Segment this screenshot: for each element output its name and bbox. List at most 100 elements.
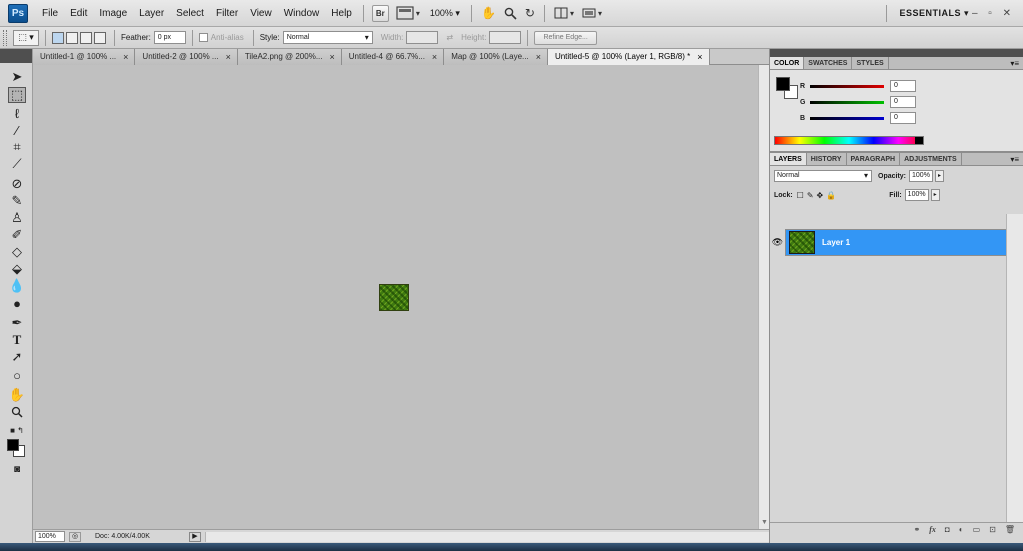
tab-styles[interactable]: STYLES: [852, 57, 889, 69]
window-controls[interactable]: – ▫ ✕: [972, 0, 1015, 27]
trash-icon[interactable]: 🗑: [1005, 525, 1015, 534]
bucket-icon[interactable]: ⬙: [8, 261, 26, 277]
new-group-icon[interactable]: ▭: [973, 525, 981, 534]
panel-menu-icon[interactable]: ▾≡: [1010, 153, 1019, 166]
style-select[interactable]: Normal: [282, 31, 373, 44]
canvas-horizontal-scrollbar[interactable]: [205, 531, 769, 542]
opacity-input[interactable]: 100%: [909, 170, 934, 182]
menu-file[interactable]: File: [36, 0, 64, 27]
arrange-documents-icon[interactable]: ▾: [554, 7, 574, 19]
swap-colors-icon[interactable]: ■ ↰: [8, 422, 26, 438]
tab-layers[interactable]: LAYERS: [770, 153, 807, 165]
history-brush-icon[interactable]: ✐: [8, 227, 26, 243]
status-zoom-input[interactable]: 100%: [35, 531, 65, 542]
blue-value-input[interactable]: 0: [890, 112, 916, 124]
tab-untitled-2[interactable]: Untitled-2 @ 100% ... ×: [135, 49, 238, 65]
spectrum-black-swatch[interactable]: [915, 137, 923, 144]
green-value-input[interactable]: 0: [890, 96, 916, 108]
menu-image[interactable]: Image: [93, 0, 133, 27]
blur-icon[interactable]: 💧: [8, 278, 26, 294]
menu-filter[interactable]: Filter: [210, 0, 244, 27]
tab-map[interactable]: Map @ 100% (Laye... ×: [444, 49, 548, 65]
zoom-tool-icon[interactable]: [504, 7, 517, 20]
dock-header[interactable]: [770, 49, 1023, 57]
antialias-checkbox[interactable]: [198, 33, 208, 42]
status-info-icon[interactable]: ◎: [69, 531, 81, 542]
move-icon[interactable]: ➤: [8, 69, 26, 85]
eraser-icon[interactable]: ◇: [8, 244, 26, 260]
green-slider[interactable]: [810, 100, 884, 104]
fill-slider-arrow-icon[interactable]: ▸: [930, 189, 940, 201]
scroll-down-icon[interactable]: ▼: [761, 519, 768, 526]
menu-help[interactable]: Help: [325, 0, 358, 27]
refine-edge-button[interactable]: Refine Edge...: [534, 30, 597, 45]
zoom-icon[interactable]: [8, 404, 26, 420]
tab-adjustments[interactable]: ADJUSTMENTS: [900, 153, 962, 165]
rotate-view-icon[interactable]: ↻: [525, 6, 535, 20]
screen-mode-icon[interactable]: ▾: [396, 6, 420, 20]
screen-mode-dropdown-icon[interactable]: ▾: [582, 7, 602, 19]
zoom-level-dropdown[interactable]: 100% ▾: [430, 8, 460, 19]
menu-window[interactable]: Window: [278, 0, 326, 27]
new-layer-icon[interactable]: ⊡: [989, 525, 996, 534]
menu-layer[interactable]: Layer: [133, 0, 170, 27]
width-input[interactable]: [406, 31, 439, 44]
shape-icon[interactable]: ○: [8, 367, 26, 383]
lasso-icon[interactable]: ℓ: [8, 105, 26, 121]
feather-input[interactable]: 0 px: [153, 31, 186, 44]
panel-menu-icon[interactable]: ▾≡: [1010, 57, 1019, 70]
tab-swatches[interactable]: SWATCHES: [804, 57, 853, 69]
close-tab-icon[interactable]: ×: [432, 49, 437, 65]
layer-style-icon[interactable]: fx: [929, 525, 936, 534]
magic-wand-icon[interactable]: ⁄: [8, 122, 26, 138]
color-foreground-swatch[interactable]: [776, 77, 790, 91]
marquee-icon[interactable]: ⬚: [8, 87, 26, 103]
close-tab-icon[interactable]: ×: [330, 49, 335, 65]
menu-view[interactable]: View: [244, 0, 278, 27]
type-icon[interactable]: T: [8, 332, 26, 348]
options-grip[interactable]: [3, 29, 7, 46]
document-canvas[interactable]: [33, 65, 758, 529]
tab-untitled-1[interactable]: Untitled-1 @ 100% ... ×: [33, 49, 136, 65]
pen-icon[interactable]: ✒: [8, 315, 26, 331]
healing-icon[interactable]: ⊘: [8, 176, 26, 192]
toolbox-header[interactable]: [0, 49, 32, 63]
status-menu-arrow-icon[interactable]: ▶: [189, 531, 201, 542]
layer-row[interactable]: 👁 Layer 1: [770, 229, 1006, 256]
layer-name[interactable]: Layer 1: [822, 238, 850, 247]
close-tab-icon[interactable]: ×: [697, 49, 702, 65]
layers-scrollbar[interactable]: [1006, 214, 1023, 534]
tab-history[interactable]: HISTORY: [807, 153, 847, 165]
stamp-icon[interactable]: ♙: [8, 210, 26, 226]
menu-select[interactable]: Select: [170, 0, 210, 27]
tab-paragraph[interactable]: PARAGRAPH: [847, 153, 901, 165]
layer-mask-icon[interactable]: ◘: [945, 525, 950, 534]
tab-tilea2[interactable]: TileA2.png @ 200%... ×: [237, 49, 342, 65]
subtract-selection-icon[interactable]: [80, 31, 92, 44]
blue-slider[interactable]: [810, 116, 884, 120]
color-spectrum-ramp[interactable]: [774, 136, 924, 145]
visibility-eye-icon[interactable]: 👁: [770, 229, 786, 256]
height-input[interactable]: [489, 31, 522, 44]
bridge-button[interactable]: Br: [371, 4, 389, 22]
foreground-color-swatch[interactable]: [7, 439, 19, 451]
close-tab-icon[interactable]: ×: [123, 49, 128, 65]
red-slider[interactable]: [810, 84, 884, 88]
brush-icon[interactable]: ✎: [8, 193, 26, 209]
link-layers-icon[interactable]: ⚭: [914, 525, 921, 534]
path-select-icon[interactable]: ➚: [8, 349, 26, 365]
tab-color[interactable]: COLOR: [770, 57, 805, 69]
hand-tool-icon[interactable]: ✋: [481, 6, 496, 20]
tool-preset-picker[interactable]: ⬚ ▾: [13, 29, 39, 46]
grass-image-layer[interactable]: [379, 284, 409, 311]
blend-mode-select[interactable]: Normal: [774, 170, 872, 182]
opacity-slider-arrow-icon[interactable]: ▸: [935, 170, 945, 182]
tab-untitled-4[interactable]: Untitled-4 @ 66.7%... ×: [341, 49, 445, 65]
close-tab-icon[interactable]: ×: [226, 49, 231, 65]
hand-icon[interactable]: ✋: [8, 387, 26, 403]
canvas-vertical-scrollbar[interactable]: ▼: [758, 65, 769, 529]
quick-mask-icon[interactable]: ◙: [8, 461, 26, 477]
crop-icon[interactable]: ⌗: [8, 139, 26, 155]
close-tab-icon[interactable]: ×: [536, 49, 541, 65]
workspace-switcher[interactable]: ESSENTIALS ▾: [899, 0, 969, 27]
